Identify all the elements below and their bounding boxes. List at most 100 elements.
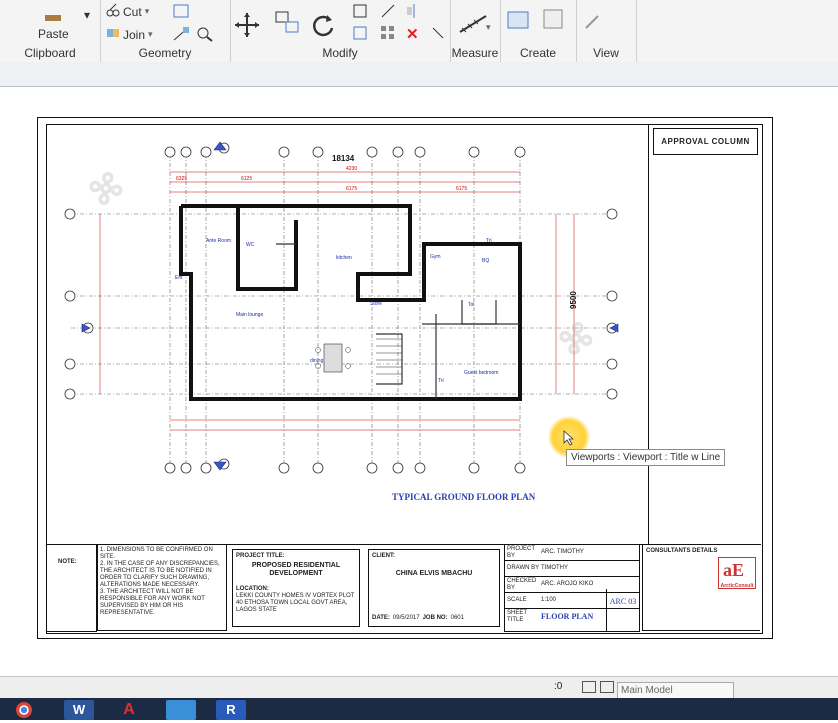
sheet-title-value: FLOOR PLAN xyxy=(541,612,594,621)
room-wc: WC xyxy=(246,242,255,248)
geometry-tool-2-icon[interactable] xyxy=(172,26,190,42)
scale-icon[interactable] xyxy=(352,25,368,41)
measure-dropdown-icon[interactable]: ▾ xyxy=(486,22,491,33)
firm-name: ArcticConsult xyxy=(720,583,754,589)
note-3: 3. THE ARCHITECT WILL NOT BE RESPONSIBLE… xyxy=(100,589,205,616)
room-tri-2: Tri xyxy=(438,378,444,384)
join-dropdown-icon[interactable]: ▾ xyxy=(148,29,153,40)
top-dim-1: 6325 xyxy=(176,176,187,182)
autocad-icon[interactable]: A xyxy=(114,700,144,720)
app-icon[interactable] xyxy=(166,700,196,720)
modify-label: Modify xyxy=(322,46,358,60)
view-tool-icon[interactable] xyxy=(582,12,612,32)
title-block: NOTE: 1. DIMENSIONS TO BE CONFIRMED ON S… xyxy=(46,544,761,633)
info-value: ARC. AROJO KIKO xyxy=(541,581,594,587)
room-main-lounge: Main lounge xyxy=(236,312,263,318)
measure-label: Measure xyxy=(451,46,499,60)
create-panel: Create xyxy=(500,0,577,62)
info-value: ARC. TIMOTHY xyxy=(541,549,584,555)
top-dim-3: 4230 xyxy=(346,166,357,172)
project-cell: PROJECT TITLE: PROPOSED RESIDENTIAL DEVE… xyxy=(232,549,360,627)
word-icon[interactable]: W xyxy=(64,700,94,720)
cut-button[interactable]: Cut ▾ xyxy=(106,3,149,20)
chrome-icon[interactable] xyxy=(14,700,44,720)
join-button[interactable]: Join ▾ xyxy=(106,26,153,43)
info-row-drawn-by: DRAWN BY TIMOTHY xyxy=(505,561,639,577)
date-label: DATE: xyxy=(372,615,390,621)
create-part-icon[interactable] xyxy=(540,6,566,32)
firm-logo: aE ArcticConsult xyxy=(718,557,756,589)
room-kitchen: kitchen xyxy=(336,255,352,261)
delete-icon[interactable]: ✕ xyxy=(406,25,419,43)
ribbon: Paste ▾ Clipboard Cut ▾ Join ▾ Geometry … xyxy=(0,0,838,63)
clipboard-panel: Paste ▾ Clipboard xyxy=(0,0,101,62)
date-row: DATE: 09/5/2017 JOB NO: 0601 xyxy=(372,615,464,622)
job-label: JOB NO: xyxy=(422,615,448,621)
client-cell: CLIENT: CHINA ELVIS MBACHU DATE: 09/5/20… xyxy=(368,549,500,627)
top-dim-2: 6125 xyxy=(241,176,252,182)
modify-panel: ✕ Modify xyxy=(230,0,451,62)
note-label: NOTE: xyxy=(58,559,77,565)
room-ante-room: Ante Room xyxy=(206,238,231,244)
room-gym: Gym xyxy=(430,254,441,260)
info-value: 1:100 xyxy=(541,597,557,603)
consultant-cell: CONSULTANTS DETAILS aE ArcticConsult xyxy=(642,545,760,631)
date-value: 09/5/2017 xyxy=(392,615,420,621)
room-guest-bedroom: Guest bedroom xyxy=(464,370,498,376)
room-ent: Ent xyxy=(175,275,183,281)
side-dimension: 9500 xyxy=(569,291,578,309)
info-key: SHEET TITLE xyxy=(507,609,527,623)
geometry-panel: Cut ▾ Join ▾ Geometry xyxy=(100,0,231,62)
view-panel: View xyxy=(576,0,637,62)
top-dim-5: 6175 xyxy=(456,186,467,192)
sheet-number: ARC 03 xyxy=(609,597,637,606)
rotate-icon[interactable] xyxy=(310,12,336,38)
revit-icon[interactable]: R xyxy=(216,700,246,720)
status-tool-2-icon[interactable] xyxy=(600,681,614,693)
paste-icon xyxy=(43,10,63,24)
move-icon[interactable] xyxy=(234,12,260,38)
paste-button[interactable]: Paste xyxy=(38,10,69,41)
room-store: Store xyxy=(370,301,382,307)
clipboard-label: Clipboard xyxy=(24,46,76,60)
model-select[interactable]: Main Model xyxy=(617,682,734,699)
floor-plan-drawing[interactable]: 18134 9500 6325 6125 4230 6175 6175 Ante… xyxy=(46,124,646,544)
approval-column: APPROVAL COLUMN xyxy=(648,124,762,544)
info-key: SCALE xyxy=(507,597,527,603)
client-name: CHINA ELVIS MBACHU xyxy=(395,570,473,577)
join-icon xyxy=(106,26,120,43)
client-label: CLIENT: xyxy=(372,553,395,559)
plan-title: TYPICAL GROUND FLOOR PLAN xyxy=(392,492,536,502)
room-bq: BQ xyxy=(482,258,489,264)
location-label: LOCATION: xyxy=(236,586,269,592)
geometry-label: Geometry xyxy=(138,46,192,60)
create-group-icon[interactable] xyxy=(506,6,532,32)
measure-icon[interactable] xyxy=(458,12,488,34)
copy-icon[interactable] xyxy=(274,10,300,36)
pin-icon[interactable] xyxy=(430,25,446,41)
svg-text:aE: aE xyxy=(723,560,744,580)
status-tool-1-icon[interactable] xyxy=(582,681,596,693)
info-key: PROJECT BY xyxy=(507,545,535,559)
measure-panel: ▾ Measure xyxy=(450,0,501,62)
mirror-icon[interactable] xyxy=(406,3,422,19)
cut-dropdown-icon[interactable]: ▾ xyxy=(145,6,150,17)
create-label: Create xyxy=(519,46,557,60)
array-icon[interactable] xyxy=(380,25,396,41)
room-dining: dining xyxy=(310,358,324,364)
note-cell: NOTE: xyxy=(46,545,97,632)
viewport-tooltip: Viewports : Viewport : Title w Line xyxy=(566,449,726,466)
view-tab-bar xyxy=(0,62,838,87)
approval-column-title: APPROVAL COLUMN xyxy=(653,128,758,155)
trim-icon[interactable] xyxy=(352,3,368,19)
clipboard-menu-icon[interactable]: ▾ xyxy=(84,8,90,22)
notes-cell: 1. DIMENSIONS TO BE CONFIRMED ON SITE. 2… xyxy=(97,545,227,631)
geometry-tool-1-icon[interactable] xyxy=(172,3,190,19)
project-title-label: PROJECT TITLE: xyxy=(236,553,285,559)
offset-icon[interactable] xyxy=(380,3,396,19)
location: LEKKI COUNTY HOMES IV VORTEX PLOT 40 ETH… xyxy=(236,593,355,613)
consultant-label: CONSULTANTS DETAILS xyxy=(646,548,718,554)
geometry-tool-3-icon[interactable] xyxy=(196,26,214,42)
overall-dimension: 18134 xyxy=(332,154,355,163)
top-dim-4: 6175 xyxy=(346,186,357,192)
